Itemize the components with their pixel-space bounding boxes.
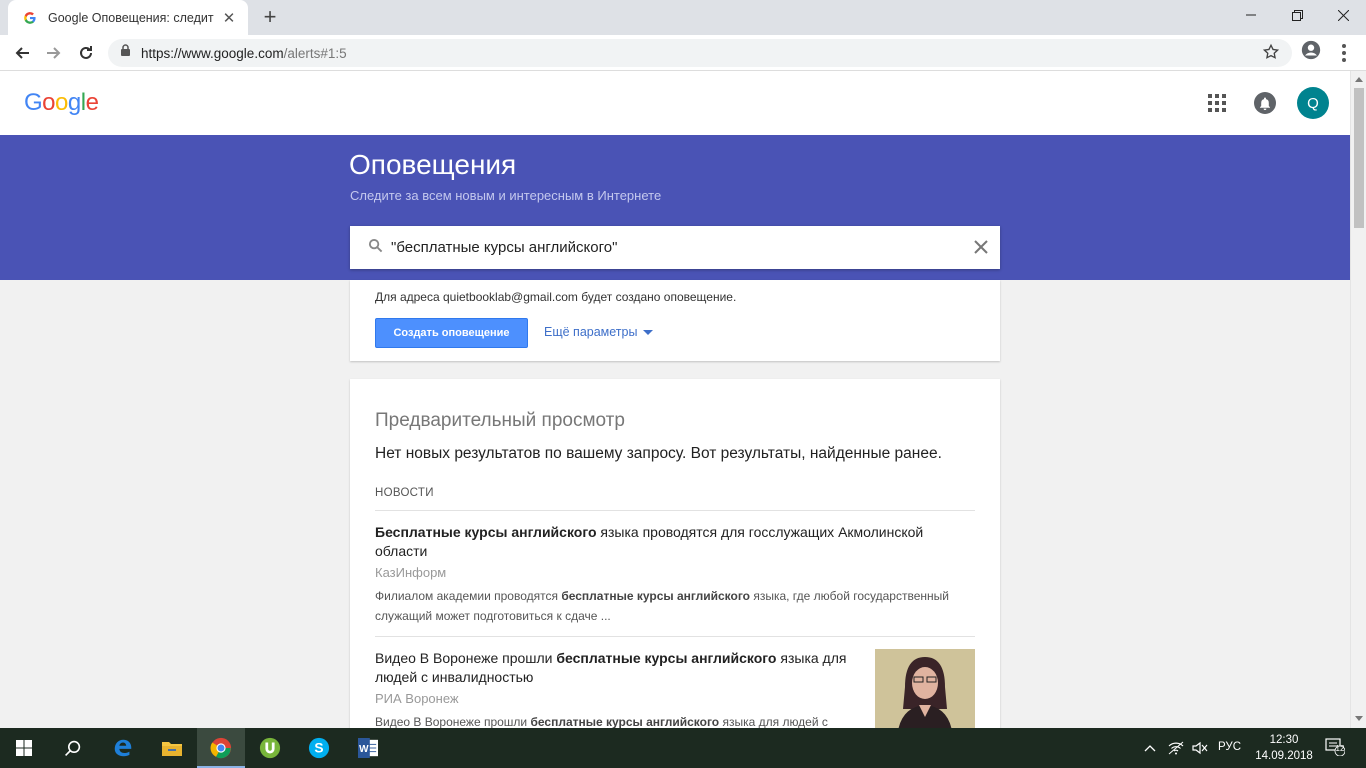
page-content: Google Q Оповещения Следите за всем новы… bbox=[0, 71, 1350, 728]
file-explorer-icon[interactable] bbox=[148, 728, 196, 768]
news-item-title[interactable]: Бесплатные курсы английского языка прово… bbox=[375, 523, 975, 561]
system-clock[interactable]: 12:30 14.09.2018 bbox=[1254, 732, 1314, 764]
browser-menu-icon[interactable] bbox=[1334, 39, 1354, 67]
section-label-news: НОВОСТИ bbox=[375, 487, 434, 499]
browser-toolbar: https://www.google.com/alerts#1:5 bbox=[0, 35, 1366, 71]
tab-title: Google Оповещения: следите за bbox=[48, 10, 214, 25]
news-item-source: РИА Воронеж bbox=[375, 691, 459, 706]
browser-profile-icon[interactable] bbox=[1300, 39, 1324, 63]
windows-taskbar: S W РУС 12:30 14.09.2018 12 bbox=[0, 728, 1366, 768]
tab-close-icon[interactable]: ✕ bbox=[220, 9, 238, 27]
create-alert-button[interactable]: Создать оповещение bbox=[375, 318, 528, 348]
notifications-bell-icon[interactable] bbox=[1254, 92, 1276, 114]
divider bbox=[375, 510, 975, 511]
preview-title: Предварительный просмотр bbox=[375, 410, 625, 431]
taskbar-search-icon[interactable] bbox=[48, 728, 96, 768]
word-icon[interactable]: W bbox=[344, 728, 392, 768]
news-item-source: КазИнформ bbox=[375, 565, 447, 580]
account-avatar[interactable]: Q bbox=[1297, 87, 1329, 119]
logo-letter: o bbox=[55, 89, 68, 116]
chrome-taskbar-icon[interactable] bbox=[197, 728, 245, 768]
news-item-snippet: Видео В Воронеже прошли бесплатные курсы… bbox=[375, 715, 828, 728]
news-item-title[interactable]: Видео В Воронеже прошли бесплатные курсы… bbox=[375, 649, 855, 687]
scroll-thumb[interactable] bbox=[1354, 88, 1364, 228]
create-alert-card: Для адреса quietbooklab@gmail.com будет … bbox=[350, 280, 1000, 361]
google-header: Google Q bbox=[0, 71, 1350, 135]
browser-tab-bar: Google Оповещения: следите за ✕ + bbox=[0, 0, 1366, 35]
windows-start-icon[interactable] bbox=[0, 728, 48, 768]
minimize-icon[interactable] bbox=[1228, 0, 1274, 30]
logo-letter: e bbox=[85, 89, 99, 116]
page-scrollbar[interactable] bbox=[1350, 71, 1366, 728]
address-bar[interactable]: https://www.google.com/alerts#1:5 bbox=[108, 39, 1292, 67]
network-icon[interactable] bbox=[1164, 728, 1188, 768]
edge-browser-icon[interactable] bbox=[99, 728, 147, 768]
logo-letter: g bbox=[67, 89, 81, 116]
create-alert-note: Для адреса quietbooklab@gmail.com будет … bbox=[375, 290, 737, 304]
apps-grid-icon[interactable] bbox=[1208, 94, 1226, 112]
preview-note: Нет новых результатов по вашему запросу.… bbox=[375, 445, 942, 462]
browser-tab[interactable]: Google Оповещения: следите за ✕ bbox=[8, 0, 248, 35]
bookmark-star-icon[interactable] bbox=[1262, 43, 1280, 66]
more-options-link[interactable]: Ещё параметры bbox=[544, 325, 654, 339]
url-text: https://www.google.com/alerts#1:5 bbox=[141, 45, 347, 61]
forward-icon[interactable] bbox=[40, 39, 68, 67]
restore-icon[interactable] bbox=[1274, 0, 1320, 30]
clear-search-icon[interactable] bbox=[972, 238, 990, 256]
page-title: Оповещения bbox=[349, 149, 517, 180]
notification-count: 12 bbox=[1335, 744, 1345, 753]
page-subtitle: Следите за всем новым и интересным в Инт… bbox=[350, 188, 662, 203]
news-item: Видео В Воронеже прошли бесплатные курсы… bbox=[375, 649, 855, 728]
skype-icon[interactable]: S bbox=[295, 728, 343, 768]
logo-letter: o bbox=[42, 89, 56, 116]
volume-muted-icon[interactable] bbox=[1188, 728, 1212, 768]
utorrent-icon[interactable] bbox=[246, 728, 294, 768]
logo-letter: G bbox=[24, 89, 43, 116]
action-center-icon[interactable]: 12 bbox=[1325, 738, 1346, 757]
news-item: Бесплатные курсы английского языка прово… bbox=[375, 523, 975, 626]
svg-text:S: S bbox=[314, 741, 323, 756]
back-icon[interactable] bbox=[8, 39, 36, 67]
close-window-icon[interactable] bbox=[1320, 0, 1366, 30]
preview-card: Предварительный просмотр Нет новых резул… bbox=[350, 379, 1000, 728]
alert-query-input[interactable] bbox=[391, 239, 951, 256]
input-language[interactable]: РУС bbox=[1218, 741, 1241, 753]
news-thumbnail-image[interactable] bbox=[875, 649, 975, 728]
new-tab-icon[interactable]: + bbox=[258, 5, 282, 29]
alerts-banner: Оповещения Следите за всем новым и интер… bbox=[0, 135, 1350, 280]
google-logo[interactable]: Google bbox=[24, 89, 99, 117]
search-icon bbox=[368, 238, 383, 258]
scroll-up-icon[interactable] bbox=[1355, 77, 1363, 82]
divider bbox=[375, 636, 975, 637]
svg-text:W: W bbox=[359, 744, 369, 755]
scroll-down-icon[interactable] bbox=[1355, 716, 1363, 721]
alert-search-box bbox=[350, 226, 1000, 269]
caret-down-icon bbox=[643, 329, 654, 335]
lock-icon bbox=[120, 44, 131, 62]
tray-expand-icon[interactable] bbox=[1138, 728, 1162, 768]
news-item-snippet: Филиалом академии проводятся бесплатные … bbox=[375, 589, 949, 623]
google-favicon-icon bbox=[22, 10, 38, 26]
reload-icon[interactable] bbox=[72, 39, 100, 67]
